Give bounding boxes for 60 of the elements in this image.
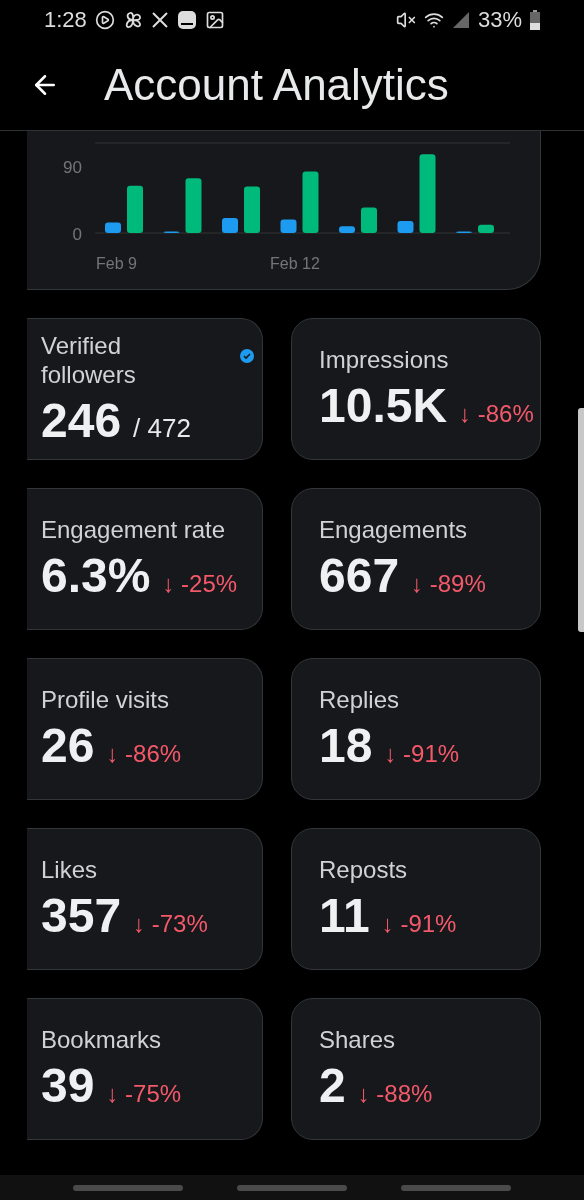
metric-label: Bookmarks xyxy=(41,1025,163,1054)
metric-label: Shares xyxy=(319,1025,397,1054)
metric-value: 39 xyxy=(41,1058,95,1113)
wifi-icon xyxy=(423,10,444,30)
bar xyxy=(478,224,494,233)
bar xyxy=(339,226,355,233)
metric-value: 246 xyxy=(41,392,122,448)
bar xyxy=(222,218,238,233)
battery-percent: 33% xyxy=(477,7,522,33)
nav-handle[interactable] xyxy=(401,1184,511,1191)
bar xyxy=(244,186,260,233)
metric-value: 26 xyxy=(41,718,95,773)
bar xyxy=(185,178,202,233)
metric-label: Replies xyxy=(319,685,401,714)
metric-change: ↓ -86% xyxy=(106,740,182,768)
play-icon xyxy=(94,10,115,30)
metric-value: 357 xyxy=(41,888,122,943)
page-title: Account Analytics xyxy=(104,60,449,110)
metric-change: ↓ -91% xyxy=(381,910,457,938)
tick-label: 90 xyxy=(63,157,82,177)
metric-change: ↓ -89% xyxy=(411,570,486,598)
metric-change: ↓ -86% xyxy=(459,400,534,428)
metric-value: 667 xyxy=(319,548,400,603)
image-icon xyxy=(204,10,225,30)
bar xyxy=(105,222,121,233)
nav-handle[interactable] xyxy=(237,1184,347,1191)
scrollbar[interactable] xyxy=(578,408,584,632)
bar xyxy=(361,207,377,233)
nav-handle[interactable] xyxy=(73,1184,183,1191)
metric-change: ↓ -91% xyxy=(384,740,460,768)
metric-value: 2 xyxy=(319,1058,346,1113)
metric-label: Engagement rate xyxy=(41,515,227,544)
tick-label: Feb 9 xyxy=(96,255,137,272)
signal-icon xyxy=(451,11,470,29)
metric-label: Profile visits xyxy=(41,685,171,714)
metric-change: ↓ -25% xyxy=(162,570,238,598)
metric-value: 10.5K xyxy=(319,378,448,433)
metric-change: ↓ -75% xyxy=(106,1080,182,1108)
metric-value: 6.3% xyxy=(41,548,151,603)
metric-change: ↓ -88% xyxy=(357,1080,433,1108)
bar xyxy=(127,185,143,233)
bar xyxy=(280,219,297,233)
metric-label: Reposts xyxy=(319,855,409,884)
bar xyxy=(302,171,319,233)
metric-label: Likes xyxy=(41,855,99,884)
metric-change: ↓ -73% xyxy=(133,910,208,938)
metric-value: 11 xyxy=(319,888,370,943)
mute-icon xyxy=(395,10,416,30)
x-logo-icon xyxy=(150,11,169,29)
bar xyxy=(397,221,414,233)
metric-label: Verified followers xyxy=(41,330,137,389)
tick-label: Feb 12 xyxy=(270,255,320,272)
clock: 1:28 xyxy=(44,7,87,33)
battery-icon xyxy=(530,10,540,30)
tick-label: 0 xyxy=(72,225,82,244)
metric-value: 18 xyxy=(319,718,373,773)
metric-label: Engagements xyxy=(319,515,469,544)
metric-label: Impressions xyxy=(319,345,450,374)
app-icon xyxy=(176,10,197,30)
metric-total: / 472 xyxy=(133,412,191,444)
